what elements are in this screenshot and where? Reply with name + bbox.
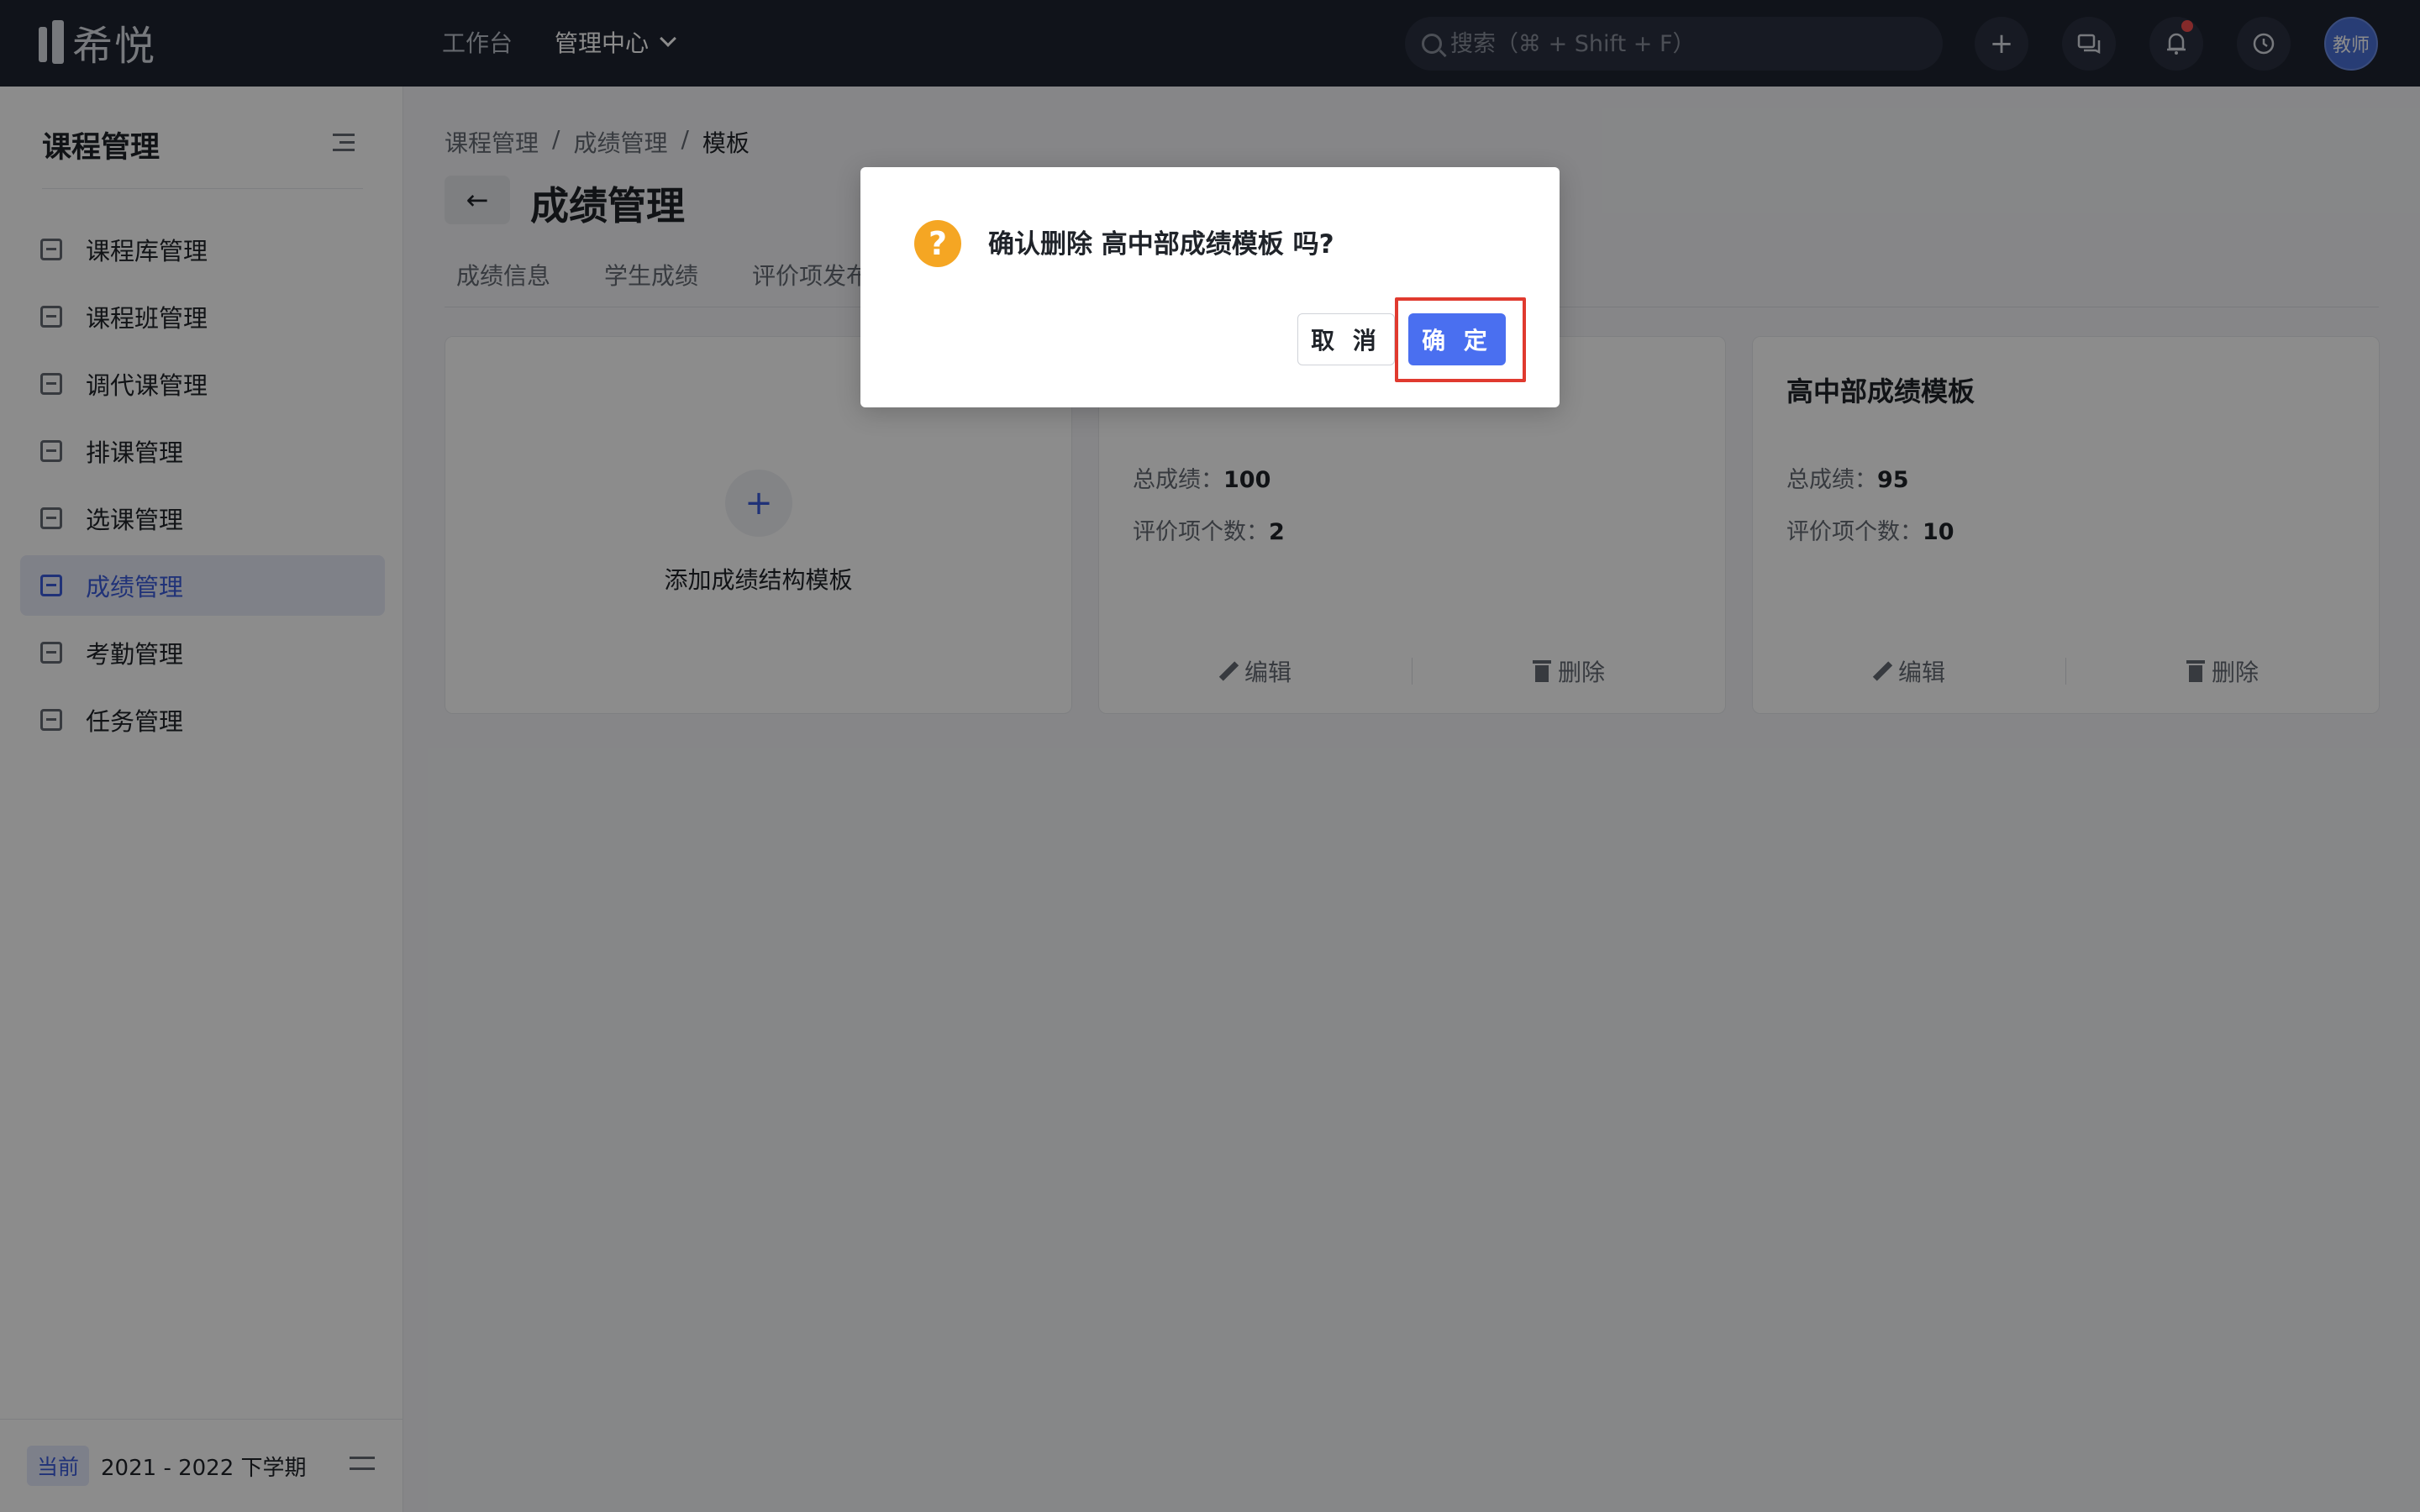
dialog-message: 确认删除 高中部成绩模板 吗? [988,229,1334,260]
confirm-button-highlight [1395,297,1526,382]
cancel-button[interactable]: 取 消 [1297,313,1395,365]
question-icon: ? [914,220,961,267]
